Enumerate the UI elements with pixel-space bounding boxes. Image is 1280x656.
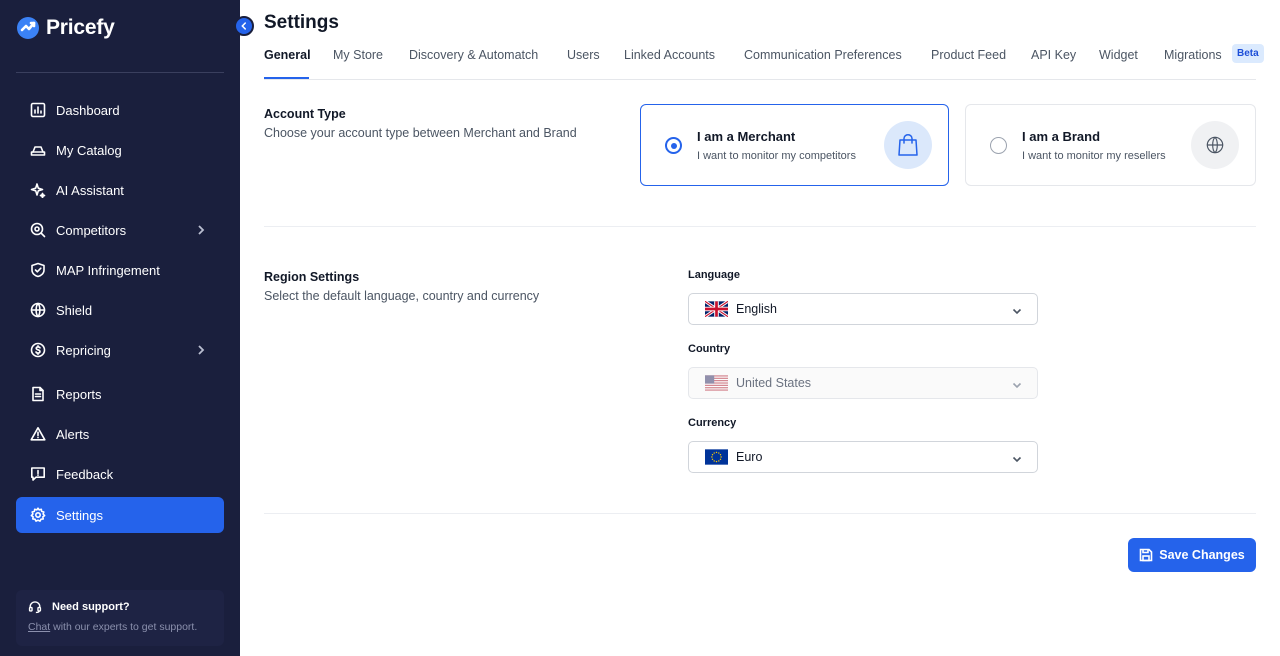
tab-communication-preferences[interactable]: Communication Preferences bbox=[744, 48, 902, 62]
sidebar-item-label: Settings bbox=[56, 507, 103, 523]
region-settings-subtitle: Select the default language, country and… bbox=[264, 289, 540, 303]
collapse-sidebar-button[interactable] bbox=[234, 16, 254, 36]
tab-discovery-automatch[interactable]: Discovery & Automatch bbox=[409, 48, 538, 62]
gear-icon bbox=[29, 506, 47, 524]
sidebar-item-label: Competitors bbox=[56, 222, 127, 238]
save-icon bbox=[1139, 548, 1153, 562]
support-text: with our experts to get support. bbox=[50, 621, 198, 633]
save-changes-label: Save Changes bbox=[1159, 548, 1245, 562]
sidebar-item-label: MAP Infringement bbox=[56, 262, 160, 278]
section-divider bbox=[264, 513, 1256, 514]
pricefy-logo-icon bbox=[17, 17, 39, 39]
app-name: Pricefy bbox=[46, 16, 115, 39]
globe-icon bbox=[1191, 121, 1239, 169]
merchant-option-subtitle: I want to monitor my competitors bbox=[697, 150, 856, 162]
chevron-right-icon bbox=[194, 223, 208, 237]
chevron-down-icon bbox=[1011, 378, 1023, 390]
tab-users[interactable]: Users bbox=[567, 48, 600, 62]
chevron-left-icon bbox=[241, 22, 246, 30]
chevron-down-icon bbox=[1011, 452, 1023, 464]
globe-icon bbox=[29, 301, 47, 319]
tab-api-key[interactable]: API Key bbox=[1031, 48, 1076, 62]
competitors-icon bbox=[29, 221, 47, 239]
account-type-title: Account Type bbox=[264, 107, 346, 121]
sidebar-item-ai-assistant[interactable]: AI Assistant bbox=[16, 172, 224, 208]
currency-value: Euro bbox=[736, 450, 763, 464]
sidebar-divider bbox=[16, 72, 224, 73]
language-label: Language bbox=[688, 269, 740, 281]
section-divider bbox=[264, 226, 1256, 227]
currency-select[interactable]: Euro bbox=[688, 441, 1038, 473]
sidebar-item-my-catalog[interactable]: My Catalog bbox=[16, 132, 224, 168]
sidebar-item-alerts[interactable]: Alerts bbox=[16, 416, 224, 452]
support-subtitle: Chat with our experts to get support. bbox=[28, 621, 212, 633]
merchant-option-title: I am a Merchant bbox=[697, 129, 796, 144]
headset-icon bbox=[28, 601, 42, 614]
catalog-icon bbox=[29, 141, 47, 159]
alert-icon bbox=[29, 425, 47, 443]
tab-product-feed[interactable]: Product Feed bbox=[931, 48, 1006, 62]
sidebar-item-repricing[interactable]: Repricing bbox=[16, 332, 224, 368]
sidebar-item-label: Reports bbox=[56, 386, 102, 402]
sidebar-item-reports[interactable]: Reports bbox=[16, 376, 224, 412]
settings-tabs: General My Store Discovery & Automatch U… bbox=[264, 44, 1264, 80]
merchant-option-card[interactable]: I am a Merchant I want to monitor my com… bbox=[640, 104, 949, 186]
active-tab-indicator bbox=[264, 77, 309, 79]
feedback-icon bbox=[29, 465, 47, 483]
language-value: English bbox=[736, 302, 777, 316]
eu-flag-icon bbox=[705, 449, 728, 465]
chevron-right-icon bbox=[194, 343, 208, 357]
support-box: Need support? Chat with our experts to g… bbox=[16, 590, 224, 646]
sidebar-item-feedback[interactable]: Feedback bbox=[16, 456, 224, 492]
sidebar-item-dashboard[interactable]: Dashboard bbox=[16, 92, 224, 128]
logo[interactable]: Pricefy bbox=[16, 14, 115, 42]
dashboard-icon bbox=[29, 101, 47, 119]
sidebar-item-map-infringement[interactable]: MAP Infringement bbox=[16, 252, 224, 288]
language-select[interactable]: English bbox=[688, 293, 1038, 325]
repricing-icon bbox=[29, 341, 47, 359]
sidebar-item-label: Dashboard bbox=[56, 102, 120, 118]
sidebar-item-label: AI Assistant bbox=[56, 182, 124, 198]
tab-my-store[interactable]: My Store bbox=[333, 48, 383, 62]
tab-migrations[interactable]: Migrations bbox=[1164, 48, 1222, 62]
brand-option-subtitle: I want to monitor my resellers bbox=[1022, 150, 1166, 162]
tab-widget[interactable]: Widget bbox=[1099, 48, 1138, 62]
support-title-text: Need support? bbox=[52, 601, 130, 613]
country-label: Country bbox=[688, 343, 731, 355]
sidebar-item-competitors[interactable]: Competitors bbox=[16, 212, 224, 248]
sidebar-item-label: Feedback bbox=[56, 466, 114, 482]
country-value: United States bbox=[736, 376, 812, 390]
us-flag-icon bbox=[705, 375, 728, 391]
sidebar-item-shield[interactable]: Shield bbox=[16, 292, 224, 328]
tab-linked-accounts[interactable]: Linked Accounts bbox=[624, 48, 715, 62]
shield-check-icon bbox=[29, 261, 47, 279]
sidebar: Pricefy Dashboard My Catalog AI Assistan… bbox=[0, 0, 240, 656]
page-title: Settings bbox=[264, 12, 339, 33]
sidebar-item-label: My Catalog bbox=[56, 142, 122, 158]
sidebar-item-label: Shield bbox=[56, 302, 93, 318]
beta-badge: Beta bbox=[1232, 44, 1264, 63]
brand-radio[interactable] bbox=[990, 137, 1007, 154]
main-content: Settings General My Store Discovery & Au… bbox=[264, 0, 1264, 656]
uk-flag-icon bbox=[705, 301, 728, 317]
account-type-subtitle: Choose your account type between Merchan… bbox=[264, 126, 577, 140]
brand-option-card[interactable]: I am a Brand I want to monitor my resell… bbox=[965, 104, 1256, 186]
currency-label: Currency bbox=[688, 417, 737, 429]
save-changes-button[interactable]: Save Changes bbox=[1128, 538, 1256, 572]
sidebar-item-label: Alerts bbox=[56, 426, 90, 442]
region-settings-title: Region Settings bbox=[264, 270, 360, 284]
brand-option-title: I am a Brand bbox=[1022, 129, 1101, 144]
report-icon bbox=[29, 385, 47, 403]
sparkle-icon bbox=[29, 181, 47, 199]
tab-general[interactable]: General bbox=[264, 48, 311, 62]
chevron-down-icon bbox=[1011, 304, 1023, 316]
country-select[interactable]: United States bbox=[688, 367, 1038, 399]
sidebar-item-label: Repricing bbox=[56, 342, 111, 358]
sidebar-item-settings[interactable]: Settings bbox=[16, 497, 224, 533]
support-title: Need support? bbox=[28, 600, 212, 614]
shopping-bag-icon bbox=[884, 121, 932, 169]
merchant-radio[interactable] bbox=[665, 137, 682, 154]
chat-link[interactable]: Chat bbox=[28, 621, 50, 633]
